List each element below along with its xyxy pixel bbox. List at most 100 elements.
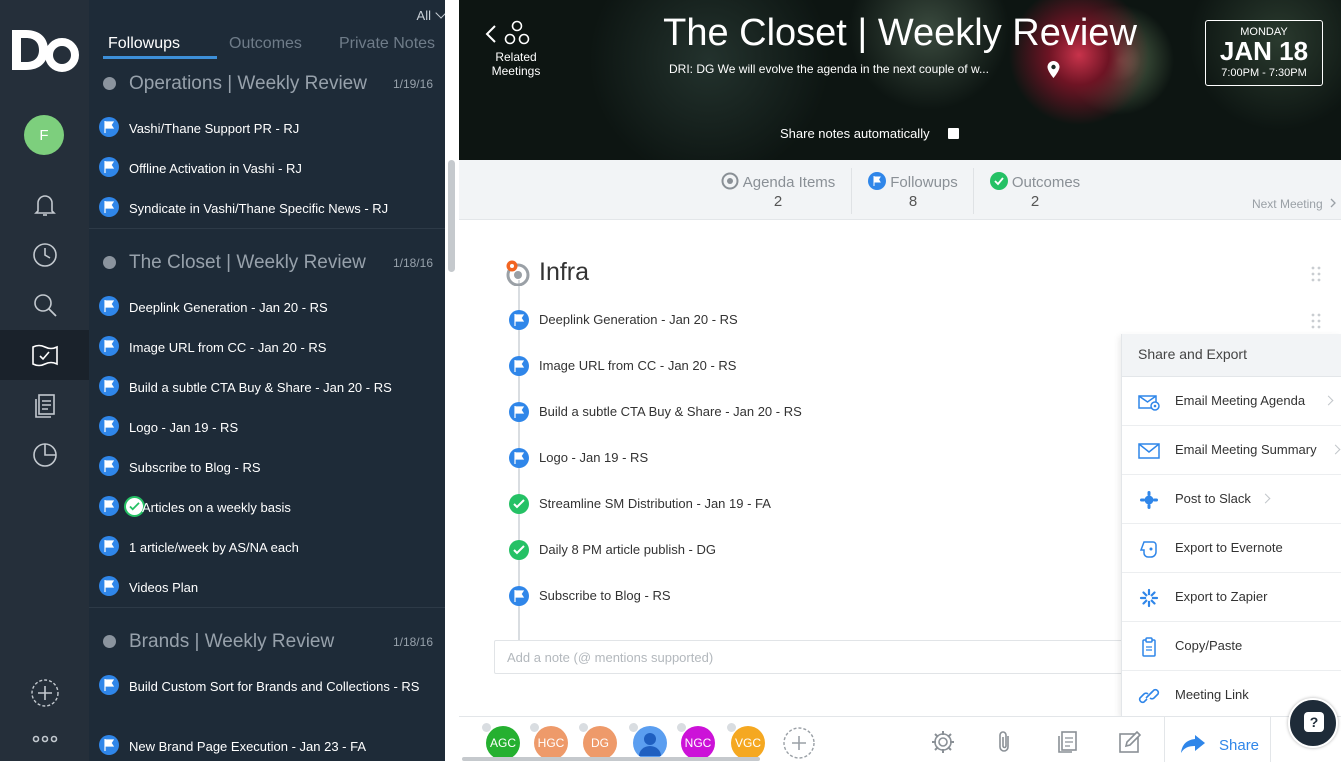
- meeting-description[interactable]: DRI: DG We will evolve the agenda in the…: [669, 62, 989, 76]
- flag-icon: [509, 448, 529, 468]
- export-zapier-option[interactable]: Export to Zapier: [1122, 573, 1341, 622]
- copy-document-icon[interactable]: [1054, 729, 1080, 755]
- followup-text: Build Custom Sort for Brands and Collect…: [129, 679, 420, 694]
- add-meeting-button[interactable]: [0, 668, 89, 718]
- stat-outcomes-value: 2: [1030, 193, 1040, 210]
- clipboard-icon: [1142, 637, 1156, 657]
- followup-item[interactable]: Vashi/Thane Support PR - RJ: [89, 107, 445, 147]
- agenda-followup-item[interactable]: Subscribe to Blog - RS: [509, 582, 1109, 612]
- flag-icon: [509, 356, 529, 376]
- share-arrow-icon: [1181, 735, 1205, 753]
- flag-icon: [509, 586, 529, 606]
- user-avatar[interactable]: F: [24, 115, 64, 155]
- do-logo[interactable]: [8, 26, 80, 74]
- post-slack-option[interactable]: Post to Slack: [1122, 475, 1341, 524]
- stat-outcomes[interactable]: Outcomes 2: [974, 160, 1096, 220]
- tab-private-notes[interactable]: Private Notes: [339, 35, 435, 53]
- meeting-group-header[interactable]: Operations | Weekly Review 1/19/16: [89, 60, 445, 108]
- followup-text: Syndicate in Vashi/Thane Specific News -…: [129, 201, 389, 216]
- filter-value: All: [416, 8, 431, 23]
- notifications-button[interactable]: [0, 180, 89, 230]
- followup-text: Logo - Jan 19 - RS: [129, 420, 239, 435]
- agenda-outcome-item[interactable]: Daily 8 PM article publish - DG: [509, 536, 1109, 566]
- stat-followups[interactable]: Followups 8: [852, 160, 974, 220]
- agenda-followup-item[interactable]: Build a subtle CTA Buy & Share - Jan 20 …: [509, 398, 1109, 428]
- attendee-avatar[interactable]: VGC: [727, 723, 765, 760]
- search-button[interactable]: [0, 280, 89, 330]
- email-agenda-option[interactable]: Email Meeting Agenda: [1122, 377, 1341, 426]
- link-icon: [1138, 688, 1160, 704]
- agenda-item-text: Streamline SM Distribution - Jan 19 - FA: [539, 496, 771, 511]
- agenda-followup-item[interactable]: Deeplink Generation - Jan 20 - RS: [509, 306, 1109, 336]
- filter-dropdown[interactable]: All: [416, 7, 447, 23]
- followup-item[interactable]: Image URL from CC - Jan 20 - RS: [89, 326, 445, 366]
- followup-item[interactable]: Videos Plan: [89, 566, 445, 606]
- drag-handle-icon[interactable]: [1311, 313, 1321, 329]
- panel-scrollbar[interactable]: [445, 0, 459, 761]
- followup-item[interactable]: Deeplink Generation - Jan 20 - RS: [89, 286, 445, 326]
- status-dot: [103, 77, 116, 90]
- attendee-avatar[interactable]: DG: [579, 723, 617, 760]
- attendee-avatar[interactable]: HGC: [530, 723, 568, 760]
- followup-item[interactable]: New Brand Page Execution - Jan 23 - FA: [89, 725, 445, 761]
- meetings-button[interactable]: [0, 330, 89, 380]
- gear-icon[interactable]: [930, 729, 956, 755]
- share-button[interactable]: Share: [1164, 717, 1271, 762]
- copy-paste-option[interactable]: Copy/Paste: [1122, 622, 1341, 671]
- tab-followups[interactable]: Followups: [108, 35, 180, 53]
- horizontal-scrollbar[interactable]: [462, 757, 760, 761]
- flag-icon: [99, 496, 119, 516]
- attendee-avatar[interactable]: AGC: [482, 723, 520, 760]
- attendee-avatar[interactable]: NGC: [677, 723, 715, 760]
- help-icon: ?: [1304, 712, 1324, 732]
- add-attendee-icon[interactable]: [782, 726, 816, 760]
- location-pin-icon[interactable]: [1047, 61, 1060, 78]
- agenda-section-title[interactable]: Infra: [539, 258, 589, 287]
- followup-item[interactable]: Build a subtle CTA Buy & Share - Jan 20 …: [89, 366, 445, 406]
- stat-agenda-items[interactable]: Agenda Items 2: [704, 160, 852, 220]
- share-notes-auto-checkbox[interactable]: [948, 128, 959, 139]
- history-button[interactable]: [0, 230, 89, 280]
- next-meeting-link[interactable]: Next Meeting: [1252, 197, 1336, 211]
- chevron-right-icon: [1260, 493, 1271, 504]
- attendee-avatar[interactable]: [629, 723, 667, 760]
- followup-item[interactable]: Articles on a weekly basis: [89, 486, 445, 526]
- flag-icon: [99, 456, 119, 476]
- share-label: Share: [1219, 737, 1260, 754]
- bell-icon: [33, 195, 56, 216]
- meeting-group-header[interactable]: Brands | Weekly Review 1/18/16: [89, 618, 445, 666]
- more-button[interactable]: [0, 714, 89, 764]
- followup-item[interactable]: Build Custom Sort for Brands and Collect…: [89, 665, 445, 713]
- notes-button[interactable]: [0, 380, 89, 430]
- followup-text: Subscribe to Blog - RS: [129, 460, 261, 475]
- edit-note-icon[interactable]: [1117, 729, 1143, 755]
- agenda-followup-item[interactable]: Image URL from CC - Jan 20 - RS: [509, 352, 1109, 382]
- meeting-date-box: MONDAY JAN 18 7:00PM - 7:30PM: [1205, 20, 1323, 86]
- followup-item[interactable]: 1 article/week by AS/NA each: [89, 526, 445, 566]
- flag-icon: [509, 310, 529, 330]
- agenda-item-text: Build a subtle CTA Buy & Share - Jan 20 …: [539, 404, 802, 419]
- agenda-followup-item[interactable]: Logo - Jan 19 - RS: [509, 444, 1109, 474]
- followups-panel: All Followups Outcomes Private Notes Ope…: [89, 0, 459, 761]
- meeting-group-header[interactable]: The Closet | Weekly Review 1/18/16: [89, 239, 445, 287]
- scrollbar-thumb[interactable]: [448, 160, 455, 272]
- followup-item[interactable]: Offline Activation in Vashi - RJ: [89, 147, 445, 187]
- agenda-outcome-item[interactable]: Streamline SM Distribution - Jan 19 - FA: [509, 490, 1109, 520]
- stat-agenda-value: 2: [773, 193, 783, 210]
- help-chat-button[interactable]: ?: [1288, 698, 1338, 748]
- tab-outcomes[interactable]: Outcomes: [229, 35, 302, 53]
- email-summary-option[interactable]: Email Meeting Summary: [1122, 426, 1341, 475]
- note-input[interactable]: [494, 640, 1134, 674]
- drag-handle-icon[interactable]: [1311, 266, 1321, 282]
- reports-button[interactable]: [0, 430, 89, 480]
- divider: [89, 228, 445, 229]
- agenda-item-text: Image URL from CC - Jan 20 - RS: [539, 358, 737, 373]
- meeting-group-title: Brands | Weekly Review: [129, 631, 335, 652]
- pie-chart-icon: [32, 443, 57, 467]
- export-evernote-option[interactable]: Export to Evernote: [1122, 524, 1341, 573]
- agenda-item-text: Logo - Jan 19 - RS: [539, 450, 649, 465]
- followup-item[interactable]: Logo - Jan 19 - RS: [89, 406, 445, 446]
- followup-item[interactable]: Subscribe to Blog - RS: [89, 446, 445, 486]
- paperclip-icon[interactable]: [992, 729, 1018, 755]
- followup-item[interactable]: Syndicate in Vashi/Thane Specific News -…: [89, 187, 445, 227]
